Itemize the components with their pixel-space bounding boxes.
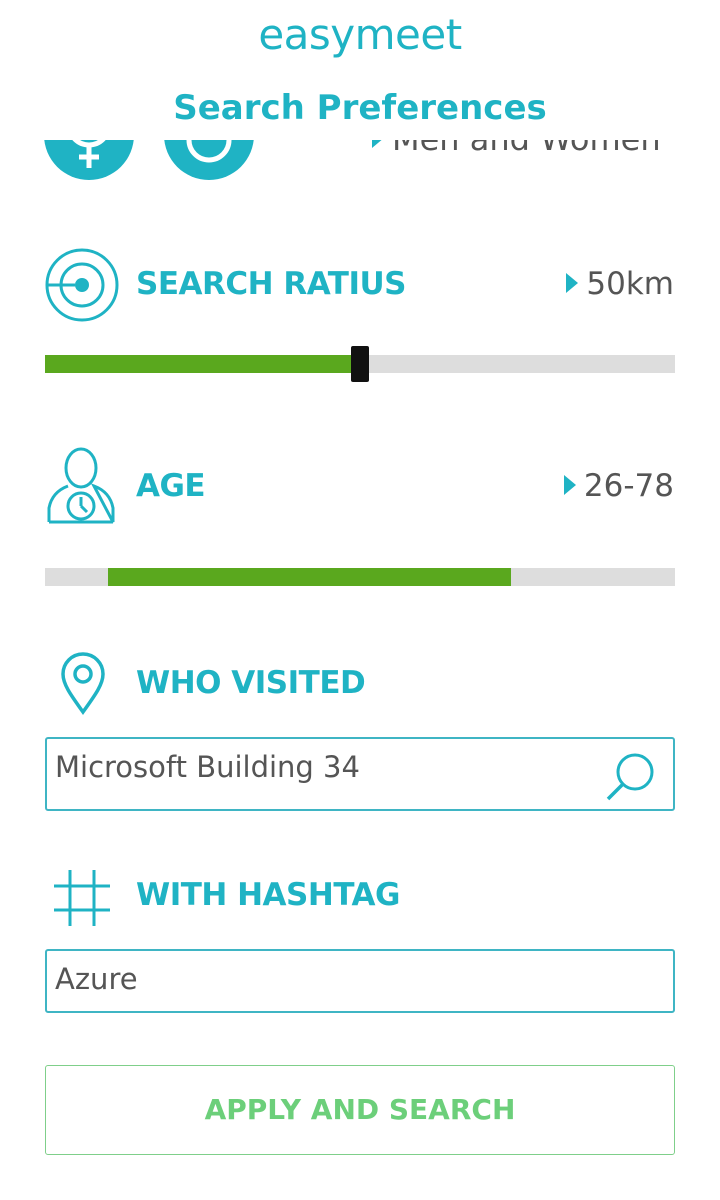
- location-pin-icon: [61, 652, 105, 715]
- hashtag-input[interactable]: [55, 957, 595, 1001]
- caret-right-icon: [566, 272, 579, 293]
- age-label: AGE: [136, 468, 206, 504]
- app-logo: easymeet: [258, 10, 462, 59]
- apply-and-search-button[interactable]: APPLY AND SEARCH: [45, 1065, 675, 1155]
- search-radius-slider[interactable]: [45, 346, 675, 382]
- hashtag-field[interactable]: [45, 949, 675, 1013]
- search-radius-value: 50km: [566, 266, 674, 302]
- who-visited-label: WHO VISITED: [136, 665, 366, 701]
- who-visited-input[interactable]: [55, 745, 595, 789]
- radar-icon: [45, 248, 119, 322]
- slider-fill: [45, 355, 360, 373]
- age-person-clock-icon: [47, 447, 115, 524]
- search-icon[interactable]: [605, 751, 657, 803]
- hashtag-icon: [54, 870, 110, 926]
- who-visited-field[interactable]: [45, 737, 675, 811]
- caret-right-icon: [563, 474, 576, 495]
- app-header: easymeet Search Preferences: [0, 0, 720, 140]
- slider-thumb[interactable]: [351, 346, 369, 382]
- with-hashtag-label: WITH HASHTAG: [136, 877, 401, 913]
- search-radius-label: SEARCH RATIUS: [136, 266, 407, 302]
- page-title: Search Preferences: [173, 88, 547, 128]
- age-value: 26-78: [563, 468, 674, 504]
- range-fill[interactable]: [108, 568, 512, 586]
- age-range-slider[interactable]: [45, 568, 675, 586]
